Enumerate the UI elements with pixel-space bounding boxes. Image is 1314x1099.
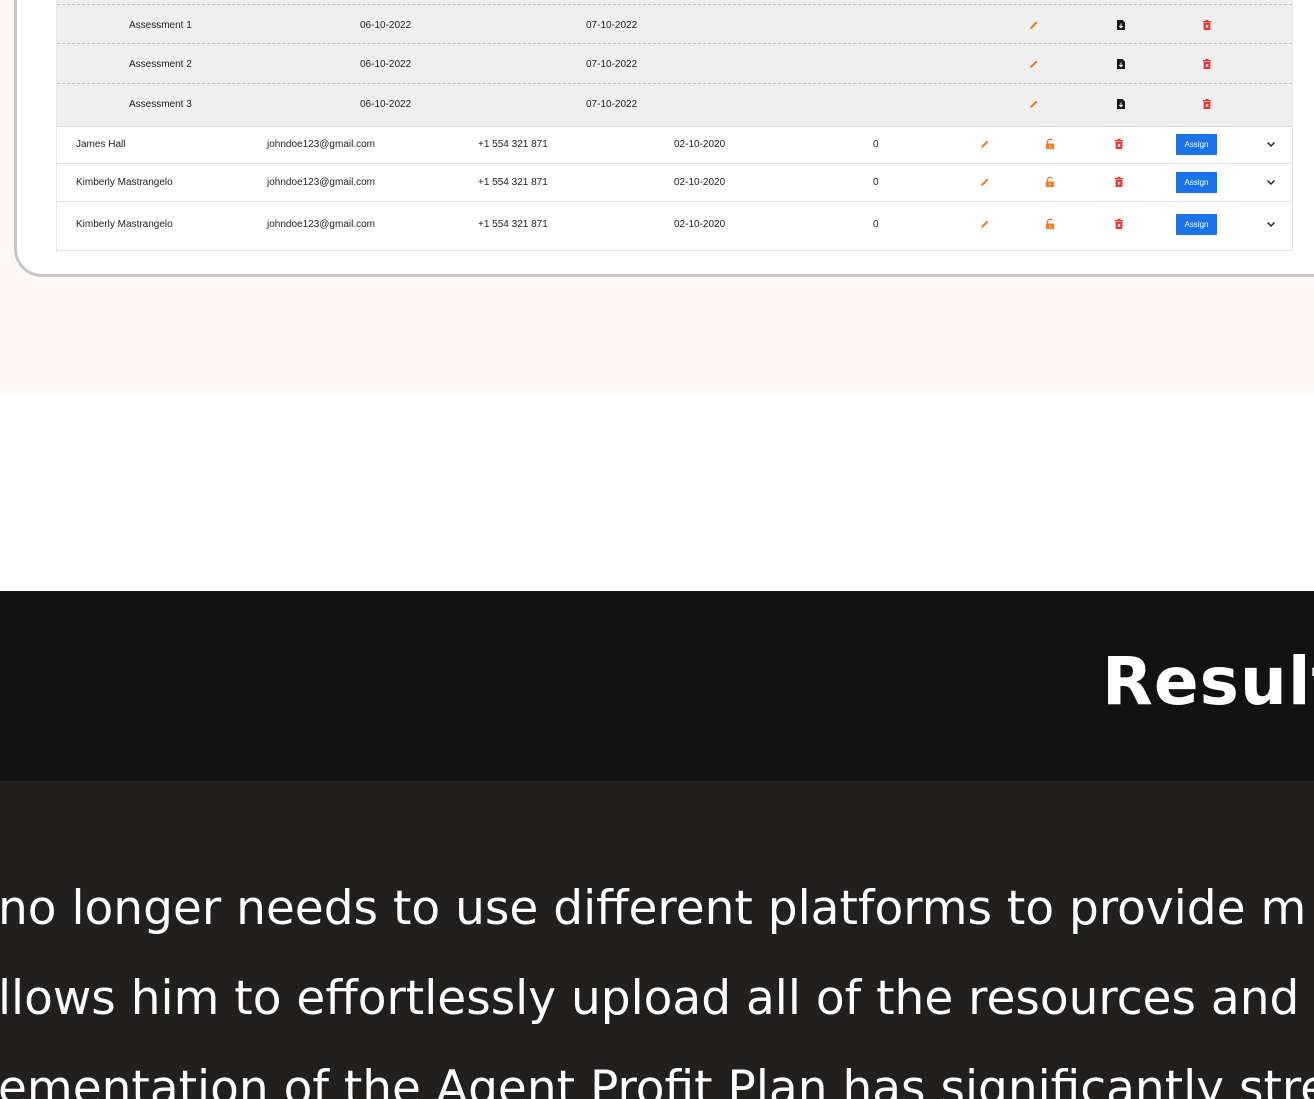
user-phone: +1 554 321 871 bbox=[478, 219, 548, 230]
assign-button[interactable]: Assign bbox=[1176, 134, 1217, 155]
user-date: 02-10-2020 bbox=[674, 139, 726, 150]
user-date: 02-10-2020 bbox=[674, 219, 726, 230]
chevron-down-icon[interactable] bbox=[1265, 138, 1277, 150]
assessment-name: Assessment 3 bbox=[129, 99, 192, 110]
delete-icon[interactable] bbox=[1113, 218, 1125, 230]
edit-icon[interactable] bbox=[1028, 58, 1040, 70]
delete-icon[interactable] bbox=[1113, 176, 1125, 188]
unlock-icon[interactable] bbox=[1044, 218, 1056, 230]
table-row[interactable]: James Hall johndoe123@gmail.com +1 554 3… bbox=[57, 126, 1292, 164]
user-phone: +1 554 321 871 bbox=[478, 177, 548, 188]
edit-icon[interactable] bbox=[979, 176, 991, 188]
assessment-subtable: Assessment 1 06-10-2022 07-10-2022 Asses… bbox=[57, 0, 1292, 127]
chevron-down-icon[interactable] bbox=[1265, 218, 1277, 230]
download-file-icon[interactable] bbox=[1115, 19, 1127, 31]
section-title: Result bbox=[1102, 643, 1314, 720]
delete-icon[interactable] bbox=[1113, 138, 1125, 150]
assessment-end-date: 07-10-2022 bbox=[586, 99, 638, 110]
users-table: Assessment 1 06-10-2022 07-10-2022 Asses… bbox=[56, 0, 1293, 251]
assessment-name: Assessment 2 bbox=[129, 59, 192, 70]
edit-icon[interactable] bbox=[1028, 19, 1040, 31]
user-date: 02-10-2020 bbox=[674, 177, 726, 188]
showcase-section: Assessment 1 06-10-2022 07-10-2022 Asses… bbox=[0, 0, 1314, 393]
result-text-line: llows him to effortlessly upload all of … bbox=[0, 971, 1300, 1026]
unlock-icon[interactable] bbox=[1044, 176, 1056, 188]
user-name: James Hall bbox=[76, 139, 126, 150]
user-name: Kimberly Mastrangelo bbox=[76, 177, 173, 188]
edit-icon[interactable] bbox=[979, 218, 991, 230]
assessment-row: Assessment 2 06-10-2022 07-10-2022 bbox=[57, 44, 1292, 84]
assessment-end-date: 07-10-2022 bbox=[586, 20, 638, 31]
assessment-end-date: 07-10-2022 bbox=[586, 59, 638, 70]
delete-icon[interactable] bbox=[1201, 98, 1213, 110]
user-count: 0 bbox=[873, 177, 879, 188]
result-text-line: no longer needs to use different platfor… bbox=[0, 881, 1307, 936]
result-header: Result bbox=[0, 591, 1314, 781]
user-email: johndoe123@gmail.com bbox=[267, 219, 375, 230]
user-email: johndoe123@gmail.com bbox=[267, 177, 375, 188]
result-text-line: ementation of the Agent Profit Plan has … bbox=[0, 1061, 1314, 1099]
user-phone: +1 554 321 871 bbox=[478, 139, 548, 150]
user-count: 0 bbox=[873, 139, 879, 150]
assign-button[interactable]: Assign bbox=[1176, 214, 1217, 235]
delete-icon[interactable] bbox=[1201, 19, 1213, 31]
delete-icon[interactable] bbox=[1201, 58, 1213, 70]
download-file-icon[interactable] bbox=[1115, 98, 1127, 110]
edit-icon[interactable] bbox=[1028, 98, 1040, 110]
assessment-name: Assessment 1 bbox=[129, 20, 192, 31]
assessment-start-date: 06-10-2022 bbox=[360, 99, 412, 110]
result-body: no longer needs to use different platfor… bbox=[0, 781, 1314, 1099]
table-row[interactable]: Kimberly Mastrangelo johndoe123@gmail.co… bbox=[57, 202, 1292, 250]
chevron-down-icon[interactable] bbox=[1265, 176, 1277, 188]
download-file-icon[interactable] bbox=[1115, 58, 1127, 70]
user-email: johndoe123@gmail.com bbox=[267, 139, 375, 150]
assessment-start-date: 06-10-2022 bbox=[360, 59, 412, 70]
assessment-start-date: 06-10-2022 bbox=[360, 20, 412, 31]
assessment-row: Assessment 1 06-10-2022 07-10-2022 bbox=[57, 4, 1292, 44]
assessment-row: Assessment 3 06-10-2022 07-10-2022 bbox=[57, 84, 1292, 124]
table-row[interactable]: Kimberly Mastrangelo johndoe123@gmail.co… bbox=[57, 164, 1292, 202]
assign-button[interactable]: Assign bbox=[1176, 172, 1217, 193]
user-count: 0 bbox=[873, 219, 879, 230]
edit-icon[interactable] bbox=[979, 138, 991, 150]
user-name: Kimberly Mastrangelo bbox=[76, 219, 173, 230]
unlock-icon[interactable] bbox=[1044, 138, 1056, 150]
